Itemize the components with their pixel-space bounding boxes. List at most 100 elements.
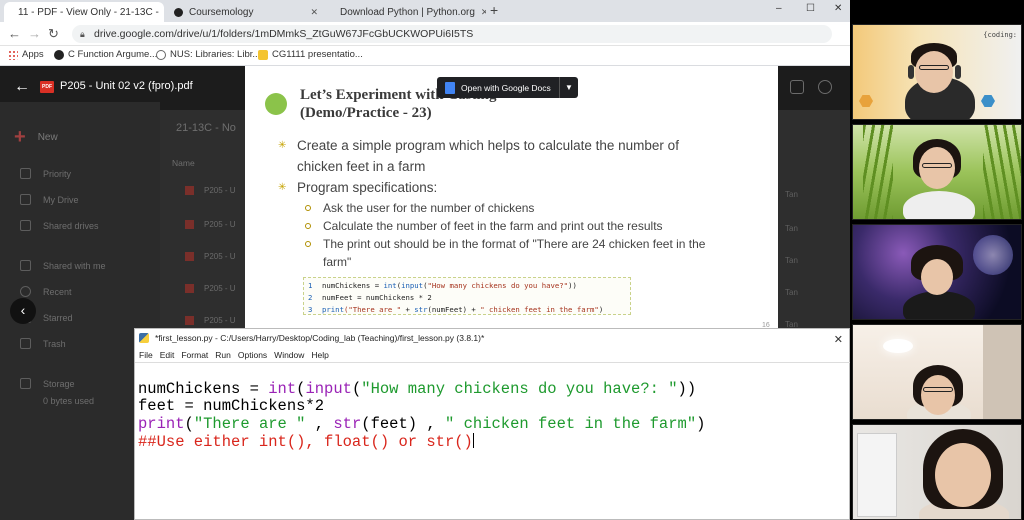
tab-python-download[interactable]: Download Python | Python.org ✕	[326, 2, 486, 22]
video-tile[interactable]	[852, 124, 1022, 220]
headphones-icon	[908, 65, 914, 79]
code-string: "There are "	[193, 414, 306, 433]
tab-coursemology[interactable]: Coursemology ✕	[166, 2, 326, 22]
pdf-file-icon: PDF	[40, 81, 54, 93]
sidebar-item-priority[interactable]: Priority	[20, 168, 71, 179]
participant-face	[919, 147, 955, 189]
grass-background	[863, 125, 893, 219]
forward-icon[interactable]: →	[28, 26, 41, 41]
sidebar-item-label: Starred	[43, 312, 73, 323]
back-icon[interactable]: ←	[8, 26, 21, 41]
table-row[interactable]: P205 - U	[185, 186, 236, 195]
code-builtin: int	[268, 379, 297, 398]
star-bullet-icon: ✳	[278, 182, 287, 193]
open-with-google-docs-button[interactable]: Open with Google Docs ▼	[437, 77, 578, 98]
sidebar-item-recent[interactable]: Recent	[20, 286, 72, 297]
window-title: *first_lesson.py - C:/Users/Harry/Deskto…	[155, 333, 485, 343]
shared-drive-icon	[20, 220, 31, 231]
glasses	[922, 163, 952, 168]
menu-options[interactable]: Options	[238, 347, 267, 362]
code-text: (	[184, 414, 194, 433]
sub-bullet-text: farm"	[323, 255, 352, 269]
video-tile[interactable]	[852, 224, 1022, 320]
menu-run[interactable]: Run	[215, 347, 231, 362]
video-tile[interactable]	[852, 424, 1022, 520]
bookmark-cg1111[interactable]: CG1111 presentatio...	[258, 49, 363, 60]
new-tab-icon[interactable]: +	[490, 2, 498, 18]
participant-face	[921, 259, 953, 295]
door-background	[857, 433, 897, 517]
print-icon[interactable]	[790, 80, 804, 94]
code-keyword: int	[383, 281, 397, 290]
trash-icon	[20, 338, 31, 349]
owner-cell: Tan	[785, 256, 798, 265]
table-row[interactable]: P205 - U	[185, 316, 236, 325]
back-arrow-icon[interactable]: ←	[14, 78, 30, 96]
close-tab-icon[interactable]: ✕	[481, 7, 486, 18]
sidebar-item-shared-with-me[interactable]: Shared with me	[20, 260, 106, 271]
sidebar-item-trash[interactable]: Trash	[20, 338, 66, 349]
text-cursor	[472, 433, 474, 448]
line-number: 2	[308, 293, 313, 302]
code-keyword: str	[414, 305, 428, 314]
video-tile[interactable]: {coding:	[852, 24, 1022, 120]
table-row[interactable]: P205 - U	[185, 220, 236, 229]
sidebar-item-label: My Drive	[43, 194, 79, 205]
line-number: 1	[308, 281, 313, 290]
chevron-left-icon: ‹	[20, 302, 26, 318]
info-icon[interactable]	[818, 80, 832, 94]
close-tab-icon[interactable]: ✕	[310, 7, 318, 18]
code-line: 2 numFeet = numChickens * 2	[308, 292, 626, 304]
video-tile[interactable]	[852, 324, 1022, 420]
new-label: New	[37, 132, 58, 143]
new-button[interactable]: + New	[14, 126, 58, 149]
menu-file[interactable]: File	[139, 347, 153, 362]
url-input[interactable]: 🔒︎ drive.google.com/drive/u/1/folders/1m…	[72, 25, 832, 43]
menu-format[interactable]: Format	[181, 347, 208, 362]
owner-cell: Tan	[785, 190, 798, 199]
caret-down-icon[interactable]: ▼	[560, 83, 578, 92]
sidebar-item-shared-drives[interactable]: Shared drives	[20, 220, 99, 231]
sub-bullet-continuation: farm"	[275, 253, 775, 271]
menu-window[interactable]: Window	[274, 347, 304, 362]
folder-title: 21-13C - No	[176, 122, 236, 134]
idle-title-bar[interactable]: *first_lesson.py - C:/Users/Harry/Deskto…	[135, 329, 851, 347]
maximize-icon[interactable]: ☐	[806, 3, 815, 14]
screen: 11 - PDF - View Only - 21-13C - ✕ Course…	[0, 0, 1024, 520]
bookmark-c-function[interactable]: C Function Argume...	[54, 49, 157, 60]
lock-icon: 🔒︎	[80, 29, 85, 39]
code-comment: ##Use either int(), float() or str()	[138, 433, 473, 451]
sub-bullet-text: The print out should be in the format of…	[323, 237, 706, 251]
glasses	[919, 65, 949, 70]
tab-label: 11 - PDF - View Only - 21-13C -	[18, 6, 159, 18]
pdf-file-icon	[185, 186, 194, 195]
title-bullet-dot	[265, 93, 287, 115]
reload-icon[interactable]: ↻	[48, 26, 59, 42]
menu-help[interactable]: Help	[311, 347, 328, 362]
sidebar-item-label: Shared with me	[43, 260, 106, 271]
ring-bullet-icon	[305, 241, 311, 247]
ceiling-light	[883, 339, 913, 353]
sub-bullet-item: The print out should be in the format of…	[275, 235, 775, 253]
table-row[interactable]: P205 - U	[185, 252, 236, 261]
tab-pdf-view[interactable]: 11 - PDF - View Only - 21-13C - ✕	[4, 2, 164, 22]
minimize-icon[interactable]: –	[776, 3, 782, 14]
code-text: feet = numChickens*2	[138, 397, 325, 415]
bookmark-nus-libraries[interactable]: NUS: Libraries: Libr...	[156, 49, 260, 60]
name-column-header[interactable]: Name	[172, 158, 195, 168]
sidebar-item-storage[interactable]: Storage	[20, 378, 75, 389]
close-window-icon[interactable]: ✕	[834, 3, 842, 14]
sidebar-item-my-drive[interactable]: My Drive	[20, 194, 79, 205]
bookmark-apps[interactable]: Apps	[8, 49, 44, 60]
table-row[interactable]: P205 - U	[185, 284, 236, 293]
participant-face	[915, 51, 953, 93]
code-editor-textarea[interactable]: numChickens = int(input("How many chicke…	[138, 363, 848, 487]
video-participants-panel: {coding:	[850, 0, 1024, 520]
url-text: drive.google.com/drive/u/1/folders/1mDMm…	[94, 28, 474, 40]
menu-edit[interactable]: Edit	[160, 347, 175, 362]
previous-file-button[interactable]: ‹	[10, 298, 36, 324]
planet-background	[973, 235, 1013, 275]
storage-used-label: 0 bytes used	[43, 396, 95, 406]
bullet-text: chicken feet in a farm	[297, 159, 426, 174]
hexagon-decoration	[859, 95, 873, 107]
